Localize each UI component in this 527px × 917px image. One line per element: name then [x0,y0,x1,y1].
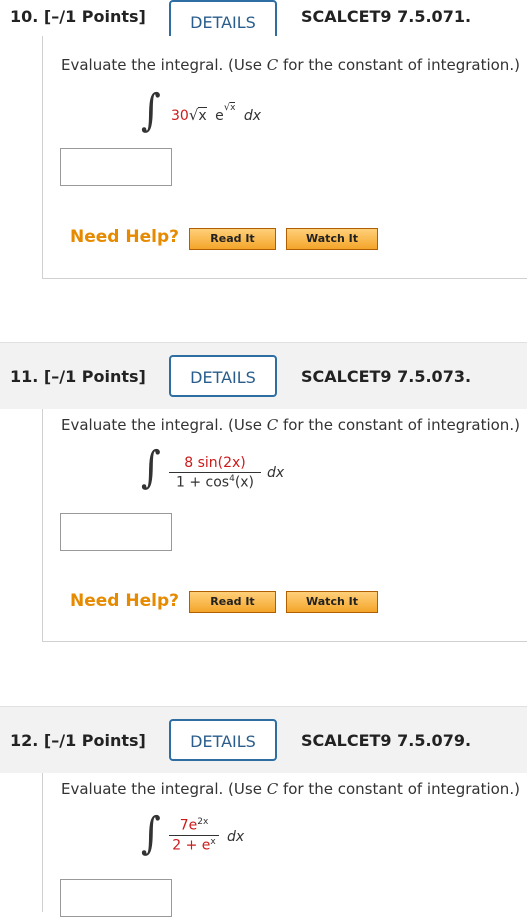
need-help-label: Need Help? [70,227,179,247]
question-body-12: Evaluate the integral. (Use C for the co… [42,773,527,917]
differential: dx [267,465,285,481]
integral-sign: ∫ [141,84,161,136]
question-11-header: 11. [–/1 Points] DETAILS SCALCET9 7.5.07… [0,342,527,409]
question-12-points-label: 12. [–/1 Points] [10,731,146,750]
fraction-denominator: 1 + cos4(x) [175,474,255,491]
question-points: [–/1 Points] [43,731,146,750]
question-code-10: SCALCET9 7.5.071. [301,7,472,26]
answer-input-10[interactable] [60,148,172,186]
question-code-11: SCALCET9 7.5.073. [301,367,472,386]
integrand-fraction: 8 sin(2x) 1 + cos4(x) [169,455,261,491]
fraction-numerator: 7e2x [179,817,209,834]
read-it-button[interactable]: Read It [189,228,276,250]
question-number: 11. [10,367,39,386]
watch-it-button[interactable]: Watch It [286,228,378,250]
details-button-11[interactable]: DETAILS [169,355,277,397]
prompt-text: Evaluate the integral. (Use C for the co… [61,416,520,434]
read-it-button[interactable]: Read It [189,591,276,613]
question-points: [–/1 Points] [43,7,146,26]
need-help-label: Need Help? [70,591,179,611]
question-points: [–/1 Points] [43,367,146,386]
integral-sign: ∫ [141,441,161,493]
integral-sign: ∫ [141,807,161,859]
question-10-points-label: 10. [–/1 Points] [10,7,146,26]
answer-input-11[interactable] [60,513,172,551]
fraction-denominator: 2 + ex [172,836,216,854]
fraction-numerator: 8 sin(2x) [184,455,246,471]
differential: dx [227,829,245,845]
integrand-fraction: 7e2x 2 + ex [169,817,219,853]
prompt-text: Evaluate the integral. (Use C for the co… [61,780,520,798]
integrand-expression: 30√x e√x dx [171,102,262,124]
question-body-11: Evaluate the integral. (Use C for the co… [42,409,527,642]
prompt-text: Evaluate the integral. (Use C for the co… [61,56,520,74]
question-code-12: SCALCET9 7.5.079. [301,731,472,750]
question-number: 10. [10,7,39,26]
question-11-points-label: 11. [–/1 Points] [10,367,146,386]
question-body-10: Evaluate the integral. (Use C for the co… [42,36,527,279]
details-button-12[interactable]: DETAILS [169,719,277,761]
watch-it-button[interactable]: Watch It [286,591,378,613]
answer-input-12[interactable] [60,879,172,917]
question-12-header: 12. [–/1 Points] DETAILS SCALCET9 7.5.07… [0,706,527,773]
question-number: 12. [10,731,39,750]
